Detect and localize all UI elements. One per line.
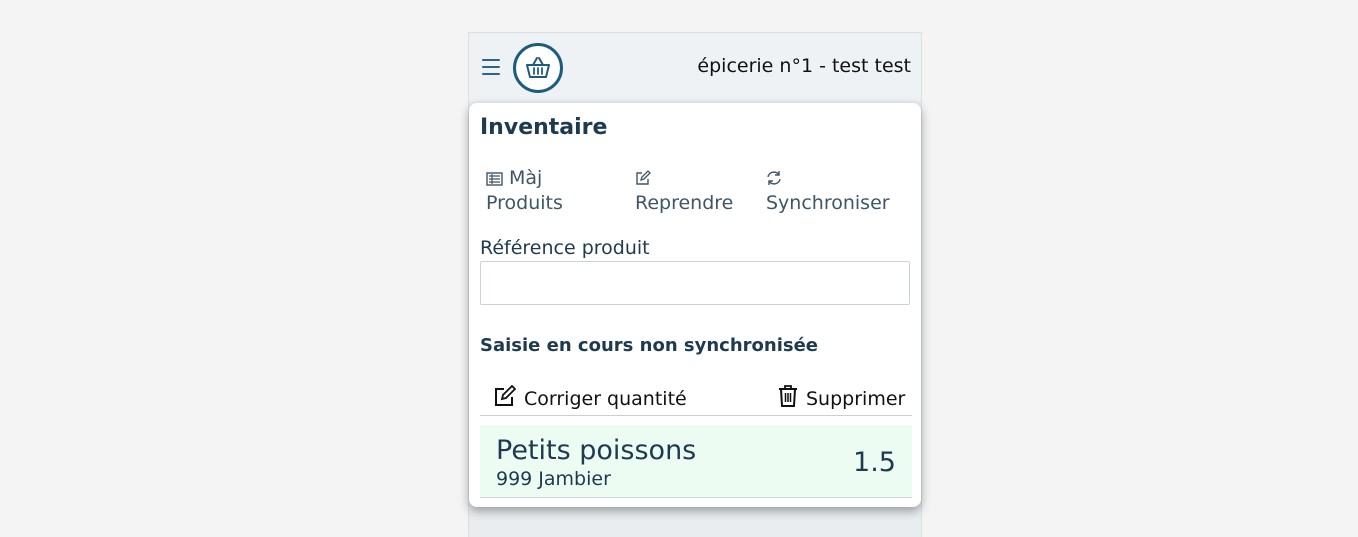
inventory-card: Inventaire Màj Produits Reprendre Synchr…	[469, 103, 921, 507]
update-products-label-1: Màj	[509, 167, 543, 189]
shop-title: épicerie n°1 - test test	[697, 55, 911, 77]
entry-toolbar: Corriger quantité Supprimer	[480, 384, 912, 416]
section-title: Saisie en cours non synchronisée	[480, 335, 819, 356]
update-products-button[interactable]: Màj Produits	[486, 167, 563, 215]
item-name: Petits poissons	[496, 435, 697, 466]
delete-button[interactable]: Supprimer	[778, 385, 905, 412]
hamburger-icon[interactable]	[482, 59, 500, 75]
item-quantity: 1.5	[853, 447, 896, 478]
resume-label: Reprendre	[635, 192, 734, 214]
reference-input[interactable]	[480, 261, 910, 305]
item-sub: 999 Jambier	[496, 468, 611, 490]
list-icon	[486, 169, 503, 192]
page-title: Inventaire	[480, 115, 608, 140]
synchronize-label: Synchroniser	[766, 192, 890, 214]
update-products-label-2: Produits	[486, 192, 563, 214]
edit-icon	[494, 384, 517, 412]
trash-icon	[778, 385, 798, 412]
list-item[interactable]: Petits poissons 999 Jambier 1.5	[480, 425, 912, 498]
sync-icon	[766, 169, 782, 192]
resume-button[interactable]: Reprendre	[635, 167, 733, 215]
basket-icon[interactable]	[513, 43, 563, 93]
delete-label: Supprimer	[806, 388, 906, 410]
app-header: épicerie n°1 - test test	[469, 33, 921, 101]
edit-icon	[635, 169, 651, 192]
correct-quantity-label: Corriger quantité	[524, 388, 687, 410]
correct-quantity-button[interactable]: Corriger quantité	[494, 384, 687, 412]
app-frame: épicerie n°1 - test test Inventaire Màj …	[468, 32, 922, 537]
reference-label: Référence produit	[480, 237, 650, 259]
synchronize-button[interactable]: Synchroniser	[766, 167, 890, 215]
